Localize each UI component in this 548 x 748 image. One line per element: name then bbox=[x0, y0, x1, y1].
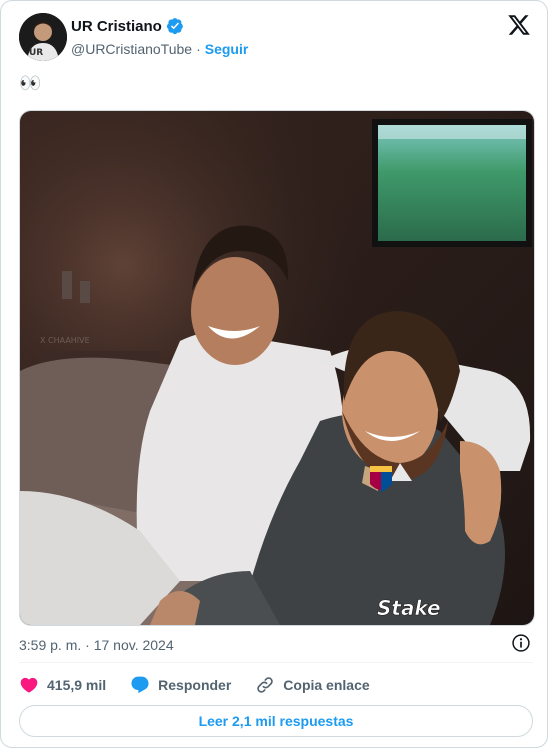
copy-link-button[interactable]: Copia enlace bbox=[255, 675, 370, 695]
media-watermark: Stake bbox=[377, 596, 441, 620]
author-handle[interactable]: @URCristianoTube bbox=[71, 41, 192, 57]
read-replies-button[interactable]: Leer 2,1 mil respuestas bbox=[19, 705, 533, 737]
reply-button[interactable]: Responder bbox=[130, 675, 231, 695]
author-name-row: UR Cristiano bbox=[71, 17, 184, 35]
info-icon[interactable] bbox=[511, 633, 531, 653]
tweet-media-image[interactable]: X CHAAHIVE Stake bbox=[19, 110, 535, 626]
svg-text:X CHAAHIVE: X CHAAHIVE bbox=[40, 336, 90, 345]
author-avatar[interactable]: UR bbox=[19, 13, 67, 61]
divider bbox=[19, 662, 533, 663]
reply-bubble-icon bbox=[131, 676, 149, 694]
separator-dot: · bbox=[196, 41, 201, 57]
link-icon bbox=[257, 677, 274, 693]
tweet-embed-card: UR UR Cristiano @URCristianoTube · Segui… bbox=[0, 0, 548, 748]
author-handle-row: @URCristianoTube · Seguir bbox=[71, 41, 248, 57]
copy-link-label: Copia enlace bbox=[283, 677, 370, 693]
verified-badge-icon bbox=[166, 18, 183, 35]
tweet-text: 👀 bbox=[19, 73, 42, 93]
author-name[interactable]: UR Cristiano bbox=[71, 18, 162, 35]
x-logo-icon[interactable] bbox=[507, 13, 531, 37]
tweet-timestamp[interactable]: 3:59 p. m. · 17 nov. 2024 bbox=[19, 637, 174, 653]
like-button[interactable]: 415,9 mil bbox=[19, 675, 106, 695]
follow-button[interactable]: Seguir bbox=[205, 41, 249, 57]
reply-label: Responder bbox=[158, 677, 232, 693]
tweet-actions: 415,9 mil Responder Copia enlace bbox=[19, 675, 394, 695]
like-count: 415,9 mil bbox=[47, 677, 107, 693]
heart-icon bbox=[20, 677, 38, 693]
svg-text:UR: UR bbox=[29, 48, 43, 58]
